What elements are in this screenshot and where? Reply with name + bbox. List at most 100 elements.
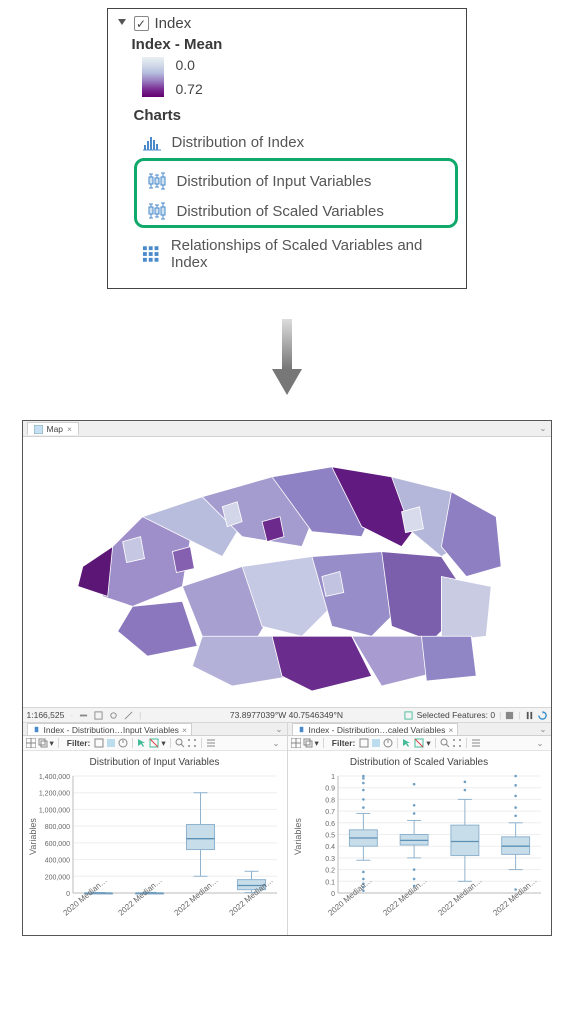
svg-text:0.5: 0.5 (325, 833, 335, 840)
menu-icon[interactable] (206, 738, 216, 748)
layer-visibility-checkbox[interactable]: ✓ (134, 16, 149, 31)
zoom-icon[interactable] (175, 738, 185, 748)
map-choropleth (23, 437, 551, 706)
layer-row[interactable]: ✓ Index (116, 15, 458, 32)
selection-filter-icon[interactable] (106, 738, 116, 748)
zoom-icon[interactable] (440, 738, 450, 748)
chart-item-box-scaled[interactable]: Distribution of Scaled Variables (143, 199, 453, 223)
filter-label: Filter: (67, 738, 91, 748)
select-icon[interactable] (137, 738, 147, 748)
svg-text:0.2: 0.2 (325, 868, 335, 875)
svg-text:1: 1 (331, 774, 335, 781)
flow-arrow (0, 319, 573, 402)
chevron-down-icon[interactable]: ⌄ (275, 724, 282, 735)
highlight-callout: Distribution of Input Variables Distribu… (134, 158, 458, 228)
status-bar: 1:166,525 · | 73.8977039°W 40.7546349°N … (23, 707, 551, 723)
full-extent-icon[interactable] (187, 738, 197, 748)
menu-icon[interactable] (471, 738, 481, 748)
chevron-down-icon[interactable]: ⌄ (539, 423, 546, 434)
scale-text[interactable]: 1:166,525 (27, 710, 65, 720)
catalog-icon[interactable] (505, 711, 514, 720)
svg-text:0.1: 0.1 (325, 879, 335, 886)
full-extent-icon[interactable] (452, 738, 462, 748)
clear-select-icon[interactable] (414, 738, 424, 748)
svg-text:600,000: 600,000 (44, 841, 69, 848)
pause-draw-icon[interactable] (124, 711, 133, 720)
boxplot-icon (147, 172, 167, 190)
x-axis: 2020 Median…2022 Median…2022 Median…2022… (61, 901, 283, 935)
scatter-matrix-icon (142, 245, 161, 263)
chart-panel-scaled: Index - Distribution…caled Variables × ⌄… (288, 723, 551, 935)
chart-body: Distribution of Scaled Variables Variabl… (288, 751, 551, 935)
selection-icon[interactable] (404, 711, 413, 720)
svg-text:1,200,000: 1,200,000 (39, 791, 70, 798)
ramp-min: 0.0 (176, 57, 203, 73)
scale-tool-icon[interactable] (79, 711, 88, 720)
close-icon[interactable]: × (67, 424, 72, 434)
chart-title: Distribution of Input Variables (27, 757, 283, 768)
chart-item-label: Distribution of Index (172, 134, 305, 151)
arrow-down-icon (270, 319, 304, 397)
close-icon[interactable]: × (448, 725, 453, 735)
svg-text:200,000: 200,000 (44, 874, 69, 881)
clear-select-icon[interactable] (149, 738, 159, 748)
select-icon[interactable] (402, 738, 412, 748)
extent-filter-icon[interactable] (359, 738, 369, 748)
chevron-down-icon[interactable]: ⌄ (539, 724, 546, 735)
constraints-icon[interactable] (94, 711, 103, 720)
chart-item-label: Relationships of Scaled Variables and In… (171, 237, 454, 271)
boxplot-icon (32, 725, 41, 734)
chart-item-histogram[interactable]: Distribution of Index (138, 130, 458, 154)
svg-text:0.3: 0.3 (325, 856, 335, 863)
ramp-max: 0.72 (176, 81, 203, 97)
layer-name: Index (155, 15, 192, 32)
histogram-icon (142, 133, 162, 151)
filter-label: Filter: (332, 738, 356, 748)
disclosure-triangle-icon[interactable] (116, 15, 128, 32)
selection-filter-icon[interactable] (371, 738, 381, 748)
copy-icon[interactable] (303, 738, 313, 748)
svg-text:1,400,000: 1,400,000 (39, 774, 70, 781)
color-ramp-swatch (142, 57, 164, 97)
chevron-down-icon[interactable]: ⌄ (536, 738, 543, 749)
selected-features: Selected Features: 0 (417, 710, 495, 720)
svg-text:400,000: 400,000 (44, 858, 69, 865)
coord-readout[interactable]: 73.8977039°W 40.7546349°N (230, 710, 343, 720)
chart-tab-scaled[interactable]: Index - Distribution…caled Variables × (292, 723, 459, 735)
copy-icon[interactable] (38, 738, 48, 748)
map-view[interactable] (23, 437, 551, 707)
toc-panel: ✓ Index Index - Mean 0.0 0.72 Charts Dis… (107, 8, 467, 289)
time-filter-icon[interactable] (383, 738, 393, 748)
chart-title: Distribution of Scaled Variables (292, 757, 547, 768)
svg-text:1,000,000: 1,000,000 (39, 807, 70, 814)
time-filter-icon[interactable] (118, 738, 128, 748)
chart-panel-input: Index - Distribution…Input Variables × ⌄… (23, 723, 288, 935)
app-window: Map × ⌄ (22, 420, 552, 936)
map-tab-label: Map (47, 424, 64, 434)
svg-text:0.8: 0.8 (325, 797, 335, 804)
svg-text:0.4: 0.4 (325, 844, 335, 851)
snap-icon[interactable] (109, 711, 118, 720)
table-icon[interactable] (291, 738, 301, 748)
y-axis-label: Variables (292, 774, 304, 899)
charts-header: Charts (134, 107, 458, 124)
chevron-down-icon[interactable]: ⌄ (272, 738, 279, 749)
extent-filter-icon[interactable] (94, 738, 104, 748)
chart-tabstrip: Index - Distribution…Input Variables × ⌄ (23, 723, 287, 736)
chart-item-label: Distribution of Input Variables (177, 173, 372, 190)
chart-tab-label: Index - Distribution…caled Variables (309, 725, 446, 735)
chart-item-matrix[interactable]: Relationships of Scaled Variables and In… (138, 234, 458, 274)
pause-icon[interactable] (525, 711, 534, 720)
chart-toolbar: ▾ Filter: ▾ ⌄ (288, 736, 551, 751)
refresh-icon[interactable] (538, 711, 547, 720)
chart-item-box-input[interactable]: Distribution of Input Variables (143, 169, 453, 193)
chart-tab-input[interactable]: Index - Distribution…Input Variables × (27, 723, 192, 735)
chart-item-label: Distribution of Scaled Variables (177, 203, 384, 220)
close-icon[interactable]: × (182, 725, 187, 735)
table-icon[interactable] (26, 738, 36, 748)
chart-toolbar: ▾ Filter: ▾ ⌄ (23, 736, 287, 751)
svg-text:0.6: 0.6 (325, 821, 335, 828)
chart-row: Index - Distribution…Input Variables × ⌄… (23, 723, 551, 935)
map-tab[interactable]: Map × (27, 422, 80, 435)
legend-title: Index - Mean (132, 36, 458, 53)
